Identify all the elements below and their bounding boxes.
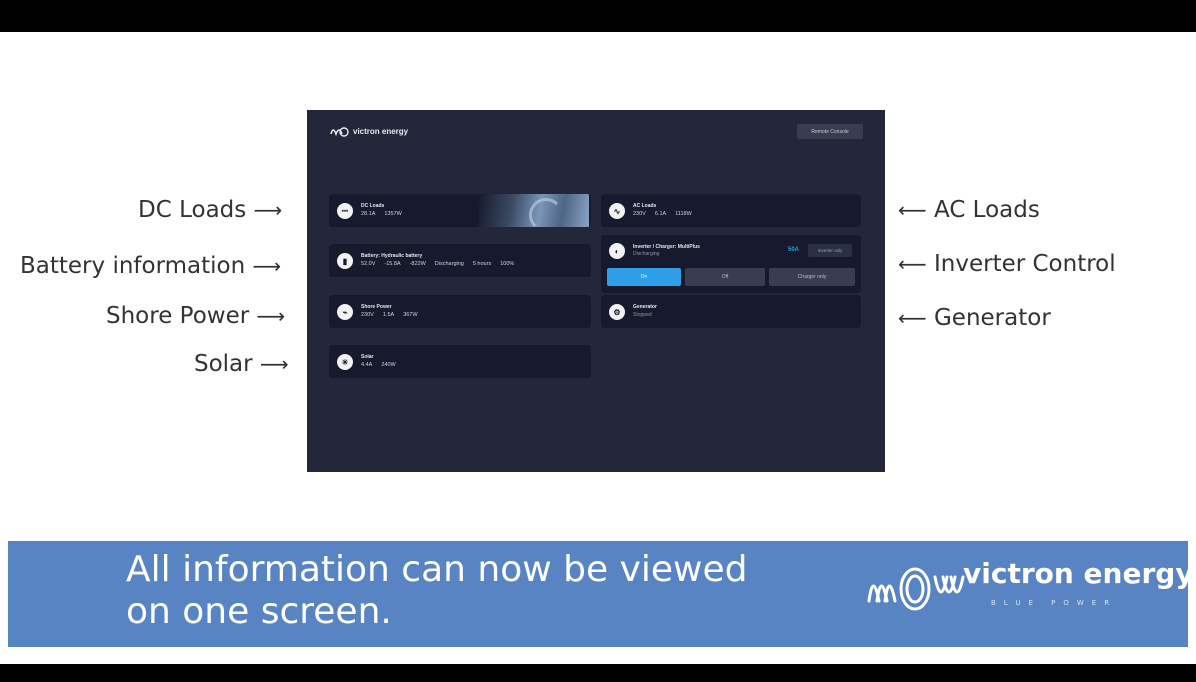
ac-loads-tile[interactable]: ∿ AC Loads 230V 6.1A 1118W (601, 194, 861, 227)
solar-title: Solar (361, 354, 374, 360)
victron-logo-icon (867, 567, 965, 611)
battery-time: 5 hours (472, 261, 492, 267)
shore-power-tile[interactable]: ⌁ Shore Power 230V 1.5A 367W (329, 295, 591, 328)
arrow-right-icon: ⟶ (253, 198, 283, 222)
callout-generator: ⟵ Generator (898, 304, 1051, 332)
callout-ac-loads: ⟵ AC Loads (898, 196, 1040, 224)
dc-loads-tile[interactable]: ⎓ DC Loads 28.1A 1357W (329, 194, 591, 227)
caption-banner: All information can now be viewed on one… (8, 541, 1194, 647)
generator-tile[interactable]: ⚙ Generator Stopped (601, 295, 861, 328)
battery-values: 52.0V -15.8A -822W Discharging 5 hours 1… (361, 261, 514, 267)
inverter-icon: ◐ (609, 243, 625, 259)
battery-tile[interactable]: ▮ Battery: Hydraulic battery 52.0V -15.8… (329, 244, 591, 277)
caption-line-2: on one screen. (126, 591, 392, 632)
caption-text: All information can now be viewed on one… (126, 549, 846, 633)
callout-ac-loads-label: AC Loads (933, 197, 1040, 223)
battery-power: -822W (409, 261, 426, 267)
inverter-title: Inverter / Charger: MultiPlus (633, 244, 700, 250)
dc-loads-current: 28.1A (361, 211, 376, 217)
generator-icon: ⚙ (609, 304, 625, 320)
shore-power-power: 367W (403, 312, 418, 318)
ac-loads-current: 6.1A (654, 211, 667, 217)
device-screen: victron energy Remote Console ⎓ DC Loads… (307, 110, 885, 472)
dc-loads-power: 1357W (384, 211, 402, 217)
arrow-left-icon: ⟵ (898, 198, 927, 222)
battery-voltage: 52.0V (361, 261, 376, 267)
brand-name: victron energy (963, 557, 1194, 590)
callout-shore-power: Shore Power ⟶ (106, 302, 285, 330)
arrow-right-icon: ⟶ (256, 304, 286, 328)
inverter-tile: ◐ Inverter / Charger: MultiPlus Discharg… (601, 235, 861, 293)
generator-state: Stopped (633, 312, 652, 318)
ac-loads-power: 1118W (675, 211, 692, 217)
dc-loads-background-image (479, 194, 589, 227)
remote-console-button[interactable]: Remote Console (797, 124, 863, 139)
solar-current: 4.4A (361, 362, 373, 368)
battery-title: Battery: Hydraulic battery (361, 253, 423, 259)
arrow-right-icon: ⟶ (252, 254, 282, 278)
callout-battery-information-label: Battery information (20, 253, 246, 279)
victron-brand-lockup: victron energy BLUE POWER (863, 555, 1194, 625)
inverter-charger-only-button[interactable]: Charger only (769, 268, 855, 286)
inverter-state: Discharging (633, 251, 660, 257)
inverter-on-button[interactable]: On (607, 268, 681, 286)
shore-power-current: 1.5A (382, 312, 395, 318)
caption-line-1: All information can now be viewed (126, 549, 748, 590)
callout-generator-label: Generator (933, 305, 1051, 331)
callout-solar-label: Solar (194, 351, 253, 377)
screen-brand-text: victron energy (353, 126, 409, 136)
arrow-left-icon: ⟵ (898, 252, 927, 276)
ac-loads-values: 230V 6.1A 1118W (633, 211, 692, 217)
arrow-right-icon: ⟶ (259, 352, 289, 376)
sun-icon: ☀ (337, 354, 353, 370)
callout-battery-information: Battery information ⟶ (20, 252, 281, 280)
letterbox-bottom (0, 664, 1196, 682)
callout-inverter-control-label: Inverter Control (933, 251, 1116, 277)
inverter-off-button[interactable]: Off (685, 268, 765, 286)
ac-icon: ∿ (609, 203, 625, 219)
inverter-current-limit[interactable]: 50A (788, 247, 799, 253)
generator-title: Generator (633, 304, 657, 310)
battery-icon: ▮ (337, 253, 353, 269)
battery-current: -15.8A (384, 261, 401, 267)
solar-power: 240W (381, 362, 396, 368)
victron-logo-icon (330, 127, 349, 137)
ac-loads-voltage: 230V (633, 211, 646, 217)
plug-icon: ⌁ (337, 304, 353, 320)
letterbox-top (0, 0, 1196, 32)
callout-solar: Solar ⟶ (194, 350, 289, 378)
solar-values: 4.4A 240W (361, 362, 396, 368)
inverter-mode-pill[interactable]: Inverter only (808, 244, 852, 257)
arrow-left-icon: ⟵ (898, 306, 927, 330)
callout-dc-loads: DC Loads ⟶ (138, 196, 282, 224)
battery-state: Discharging (434, 261, 464, 267)
callout-shore-power-label: Shore Power (106, 303, 250, 329)
shore-power-values: 230V 1.5A 367W (361, 312, 418, 318)
shore-power-voltage: 230V (361, 312, 374, 318)
dc-loads-values: 28.1A 1357W (361, 211, 402, 217)
dc-icon: ⎓ (337, 203, 353, 219)
shore-power-title: Shore Power (361, 304, 392, 310)
callout-inverter-control: ⟵ Inverter Control (898, 250, 1116, 278)
screen-logo: victron energy (329, 124, 408, 138)
ac-loads-title: AC Loads (633, 203, 657, 209)
dc-loads-title: DC Loads (361, 203, 385, 209)
battery-soc: 100% (500, 261, 515, 267)
brand-tagline: BLUE POWER (991, 599, 1118, 607)
solar-tile[interactable]: ☀ Solar 4.4A 240W (329, 345, 591, 378)
callout-dc-loads-label: DC Loads (138, 197, 247, 223)
